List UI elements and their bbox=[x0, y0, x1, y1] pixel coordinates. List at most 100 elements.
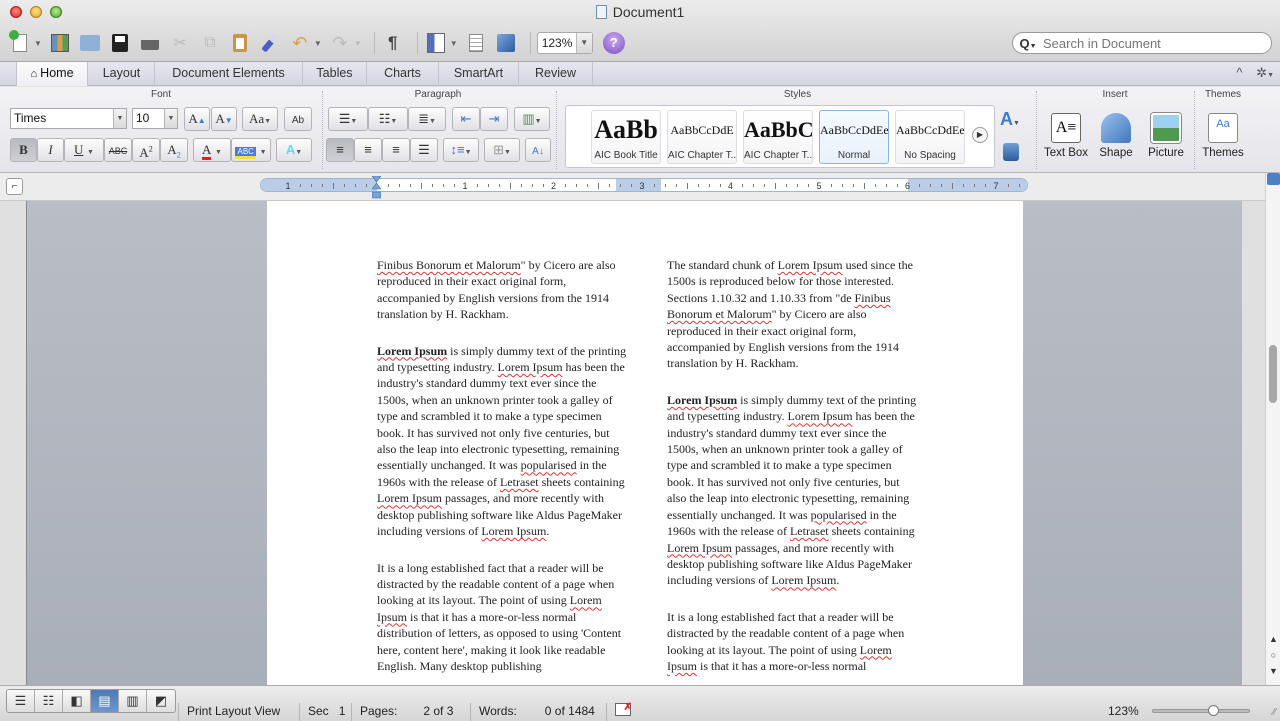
tab-home[interactable]: ⌂ Home bbox=[16, 62, 88, 86]
font-name-select[interactable]: Times ▼ bbox=[10, 108, 127, 129]
search-box[interactable]: Q▼ bbox=[1012, 32, 1272, 54]
shrink-font-button[interactable]: A▼ bbox=[211, 107, 237, 131]
collapse-ribbon-icon[interactable]: ^ bbox=[1236, 65, 1242, 80]
next-page-button[interactable]: ▼ bbox=[1268, 665, 1279, 677]
numbering-button[interactable]: ☷▼ bbox=[368, 107, 408, 131]
tab-document-elements[interactable]: Document Elements bbox=[155, 62, 303, 86]
highlight-button[interactable]: ABC ▼ bbox=[231, 138, 271, 162]
insert-text-box-button[interactable]: A≡ Text Box bbox=[1042, 109, 1090, 167]
styles-toolbox-button[interactable] bbox=[1003, 143, 1019, 161]
save-button[interactable] bbox=[108, 31, 132, 55]
bullets-button[interactable]: ☰▼ bbox=[328, 107, 368, 131]
browse-object-button[interactable]: ○ bbox=[1268, 649, 1279, 661]
insert-shape-button[interactable]: Shape bbox=[1092, 109, 1140, 167]
spelling-status-button[interactable]: ✗ bbox=[606, 702, 632, 721]
tab-charts[interactable]: Charts bbox=[367, 62, 439, 86]
justify-button[interactable]: ☰ bbox=[410, 138, 438, 162]
split-view-button[interactable] bbox=[1267, 173, 1280, 185]
undo-button[interactable]: ↶ bbox=[288, 31, 312, 55]
paragraph[interactable]: Lorem Ipsum is simply dummy text of the … bbox=[377, 343, 627, 540]
cut-button[interactable]: ✂ bbox=[168, 31, 192, 55]
style-aic-chapter-title-1[interactable]: AaBbCcDdE AIC Chapter T... bbox=[667, 110, 737, 164]
new-document-button[interactable] bbox=[8, 30, 32, 55]
sidebar-dropdown[interactable]: ▼ bbox=[450, 39, 458, 48]
templates-button[interactable] bbox=[48, 31, 72, 55]
print-layout-view-button[interactable]: ▤ bbox=[91, 690, 119, 712]
gear-icon[interactable]: ✲▼ bbox=[1256, 65, 1274, 80]
underline-button[interactable]: U ▼ bbox=[64, 138, 104, 162]
paste-button[interactable] bbox=[228, 31, 252, 55]
focus-view-button[interactable]: ◩ bbox=[147, 690, 175, 712]
columns-button[interactable]: ▥▼ bbox=[514, 107, 550, 131]
publishing-layout-view-button[interactable]: ◧ bbox=[63, 690, 91, 712]
font-size-select[interactable]: 10 ▼ bbox=[132, 108, 178, 129]
undo-dropdown[interactable]: ▼ bbox=[314, 39, 322, 48]
document-page[interactable]: Finibus Bonorum et Malorum" by Cicero ar… bbox=[267, 201, 1023, 685]
align-center-button[interactable]: ≡ bbox=[354, 138, 382, 162]
left-column[interactable]: Finibus Bonorum et Malorum" by Cicero ar… bbox=[377, 257, 627, 685]
draft-view-button[interactable]: ☰ bbox=[7, 690, 35, 712]
paragraph[interactable]: Finibus Bonorum et Malorum" by Cicero ar… bbox=[377, 257, 627, 323]
search-input[interactable] bbox=[1043, 35, 1263, 51]
redo-dropdown[interactable]: ▼ bbox=[354, 39, 362, 48]
decrease-indent-button[interactable]: ⇤ bbox=[452, 107, 480, 131]
change-case-button[interactable]: Aa▼ bbox=[242, 107, 278, 131]
print-button[interactable] bbox=[138, 31, 162, 55]
align-right-button[interactable]: ≡ bbox=[382, 138, 410, 162]
text-effects-button[interactable]: A▼ bbox=[276, 138, 312, 162]
italic-button[interactable]: I bbox=[37, 138, 64, 162]
zoom-select[interactable]: 123% ▼ bbox=[536, 32, 593, 54]
new-document-dropdown[interactable]: ▼ bbox=[34, 39, 42, 48]
increase-indent-button[interactable]: ⇥ bbox=[480, 107, 508, 131]
borders-button[interactable]: ⊞▼ bbox=[484, 138, 520, 162]
themes-button[interactable]: Aa Themes bbox=[1199, 109, 1247, 167]
grow-font-button[interactable]: A▲ bbox=[184, 107, 210, 131]
style-no-spacing[interactable]: AaBbCcDdEe No Spacing bbox=[895, 110, 965, 164]
paragraph[interactable]: It is a long established fact that a rea… bbox=[667, 609, 917, 675]
help-button[interactable]: ? bbox=[602, 32, 625, 54]
vertical-scrollbar[interactable]: ▲ ○ ▼ bbox=[1265, 173, 1280, 685]
outline-view-button[interactable]: ☷ bbox=[35, 690, 63, 712]
styles-next-button[interactable]: ▶ bbox=[972, 127, 988, 143]
word-count-indicator[interactable]: Words: 0 of 1484 bbox=[470, 703, 595, 721]
paragraph[interactable]: The standard chunk of Lorem Ipsum used s… bbox=[667, 257, 917, 372]
sort-button[interactable]: A↓ bbox=[525, 138, 551, 162]
clear-formatting-button[interactable]: Ab bbox=[284, 107, 312, 131]
scrollbar-thumb[interactable] bbox=[1269, 345, 1277, 403]
tab-tables[interactable]: Tables bbox=[303, 62, 367, 86]
strikethrough-button[interactable]: ABC bbox=[104, 138, 132, 162]
line-spacing-button[interactable]: ↕≡▼ bbox=[443, 138, 479, 162]
tab-layout[interactable]: Layout bbox=[89, 62, 155, 86]
font-color-button[interactable]: A ▼ bbox=[193, 138, 231, 162]
right-column[interactable]: The standard chunk of Lorem Ipsum used s… bbox=[667, 257, 917, 685]
notebook-layout-view-button[interactable]: ▥ bbox=[119, 690, 147, 712]
align-left-button[interactable]: ≡ bbox=[326, 138, 354, 162]
style-normal[interactable]: AaBbCcDdEe Normal bbox=[819, 110, 889, 164]
paragraph[interactable]: Lorem Ipsum is simply dummy text of the … bbox=[667, 392, 917, 589]
tab-review[interactable]: Review bbox=[519, 62, 593, 86]
show-formatting-button[interactable]: ¶ bbox=[381, 31, 405, 55]
gallery-button[interactable] bbox=[464, 31, 488, 55]
copy-button[interactable]: ⧉ bbox=[198, 31, 222, 55]
media-browser-button[interactable] bbox=[494, 31, 518, 55]
paragraph[interactable]: It is a long established fact that a rea… bbox=[377, 560, 627, 675]
tab-smartart[interactable]: SmartArt bbox=[439, 62, 519, 86]
redo-button[interactable]: ↷ bbox=[328, 31, 352, 55]
resize-grip[interactable]: ⁄⁄ bbox=[1273, 707, 1276, 718]
style-aic-chapter-title-2[interactable]: AaBbC AIC Chapter T... bbox=[743, 110, 813, 164]
subscript-button[interactable]: A2 bbox=[160, 138, 188, 162]
previous-page-button[interactable]: ▲ bbox=[1268, 633, 1279, 645]
manage-styles-button[interactable]: A▼ bbox=[1000, 109, 1020, 130]
open-button[interactable] bbox=[78, 31, 102, 55]
multilevel-list-button[interactable]: ≣▼ bbox=[408, 107, 446, 131]
bold-button[interactable]: B bbox=[10, 138, 37, 162]
superscript-button[interactable]: A2 bbox=[132, 138, 160, 162]
insert-picture-button[interactable]: Picture bbox=[1142, 109, 1190, 167]
tab-selector-button[interactable]: ⌐ bbox=[6, 178, 23, 195]
format-painter-button[interactable] bbox=[258, 31, 282, 55]
search-icon[interactable]: Q▼ bbox=[1013, 36, 1043, 51]
style-aic-book-title[interactable]: AaBb AIC Book Title bbox=[591, 110, 661, 164]
zoom-slider-knob[interactable] bbox=[1207, 705, 1219, 716]
zoom-slider[interactable] bbox=[1152, 705, 1250, 716]
indent-markers[interactable] bbox=[372, 176, 381, 200]
